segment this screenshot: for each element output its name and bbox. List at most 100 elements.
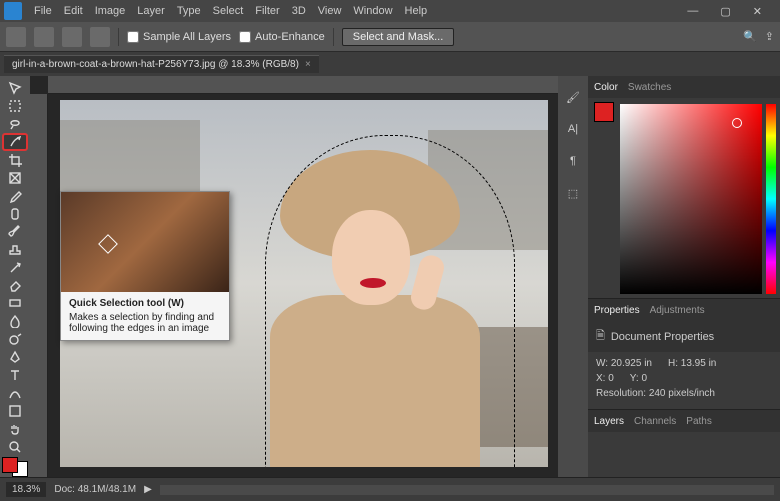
pen-tool[interactable]: [3, 349, 27, 365]
menu-edit[interactable]: Edit: [58, 5, 89, 17]
collapsed-panels: 🖌 A| ¶ ⬚: [558, 76, 588, 477]
document-tab-bar: girl-in-a-brown-coat-a-brown-hat-P256Y73…: [0, 52, 780, 76]
tab-layers[interactable]: Layers: [594, 416, 624, 427]
tool-preset-icon[interactable]: [6, 27, 26, 47]
3d-panel-icon[interactable]: ⬚: [564, 184, 582, 202]
height-label: H:: [668, 358, 678, 369]
brush-add-icon[interactable]: [34, 27, 54, 47]
x-value[interactable]: 0: [608, 373, 614, 384]
menu-3d[interactable]: 3D: [286, 5, 312, 17]
properties-title: Document Properties: [611, 331, 714, 343]
menu-window[interactable]: Window: [347, 5, 398, 17]
menu-layer[interactable]: Layer: [131, 5, 171, 17]
brush-size-icon[interactable]: [90, 27, 110, 47]
tab-channels[interactable]: Channels: [634, 416, 676, 427]
menu-image[interactable]: Image: [89, 5, 132, 17]
gradient-tool[interactable]: [3, 295, 27, 311]
color-field[interactable]: [620, 104, 762, 294]
path-tool[interactable]: [3, 385, 27, 401]
properties-header: 🗎 Document Properties: [588, 321, 780, 352]
zoom-level[interactable]: 18.3%: [6, 482, 46, 497]
width-label: W:: [596, 358, 608, 369]
document-tab[interactable]: girl-in-a-brown-coat-a-brown-hat-P256Y73…: [4, 55, 319, 73]
history-brush-tool[interactable]: [3, 260, 27, 276]
paragraph-panel-icon[interactable]: ¶: [564, 152, 582, 170]
sample-all-label: Sample All Layers: [143, 31, 231, 43]
tools-panel: [0, 76, 30, 477]
menu-file[interactable]: File: [28, 5, 58, 17]
options-bar: Sample All Layers Auto-Enhance Select an…: [0, 22, 780, 52]
auto-enhance-checkbox[interactable]: Auto-Enhance: [239, 31, 325, 43]
shape-tool[interactable]: [3, 403, 27, 419]
color-swatches[interactable]: [2, 457, 28, 477]
ruler-vertical[interactable]: [30, 94, 48, 477]
sample-all-layers-checkbox[interactable]: Sample All Layers: [127, 31, 231, 43]
maximize-button[interactable]: ▢: [714, 5, 736, 18]
separator: [118, 28, 119, 46]
tab-adjustments[interactable]: Adjustments: [650, 305, 705, 316]
type-tool[interactable]: [3, 367, 27, 383]
marquee-tool[interactable]: [3, 98, 27, 114]
separator: [333, 28, 334, 46]
y-value[interactable]: 0: [641, 373, 647, 384]
healing-tool[interactable]: [3, 206, 27, 222]
image-subject: [240, 110, 500, 467]
search-icon[interactable]: 🔍: [743, 30, 757, 43]
dodge-tool[interactable]: [3, 331, 27, 347]
brush-panel-icon[interactable]: 🖌: [564, 88, 582, 106]
zoom-tool[interactable]: [3, 439, 27, 455]
scrollbar[interactable]: [160, 485, 774, 495]
y-label: Y:: [630, 373, 639, 384]
tab-color[interactable]: Color: [594, 82, 618, 93]
width-value[interactable]: 20.925 in: [611, 358, 652, 369]
canvas-area: Quick Selection tool (W) Makes a selecti…: [30, 76, 558, 477]
menubar: File Edit Image Layer Type Select Filter…: [0, 0, 780, 22]
tooltip-title: Quick Selection tool (W): [69, 298, 221, 309]
menu-type[interactable]: Type: [171, 5, 207, 17]
close-window-button[interactable]: ✕: [747, 5, 768, 18]
close-tab-icon[interactable]: ×: [305, 59, 311, 70]
minimize-button[interactable]: —: [681, 5, 704, 18]
color-panel-tabs: Color Swatches: [588, 76, 780, 98]
document-stats[interactable]: Doc: 48.1M/48.1M: [54, 484, 136, 495]
resolution-value[interactable]: 240 pixels/inch: [649, 388, 715, 399]
blur-tool[interactable]: [3, 313, 27, 329]
crop-tool[interactable]: [3, 152, 27, 168]
hue-slider[interactable]: [766, 104, 776, 294]
menu-select[interactable]: Select: [207, 5, 250, 17]
foreground-color[interactable]: [594, 102, 614, 122]
properties-panel: Properties Adjustments 🗎 Document Proper…: [588, 298, 780, 409]
stamp-tool[interactable]: [3, 242, 27, 258]
tab-paths[interactable]: Paths: [686, 416, 712, 427]
layers-panel: Layers Channels Paths: [588, 409, 780, 477]
brush-tool[interactable]: [3, 224, 27, 240]
menu-help[interactable]: Help: [399, 5, 434, 17]
menu-filter[interactable]: Filter: [249, 5, 285, 17]
tooltip-description: Makes a selection by finding and followi…: [69, 312, 221, 334]
document-icon: 🗎: [596, 327, 605, 346]
x-label: X:: [596, 373, 605, 384]
auto-enhance-label: Auto-Enhance: [255, 31, 325, 43]
eyedropper-tool[interactable]: [3, 188, 27, 204]
tab-properties[interactable]: Properties: [594, 305, 640, 316]
height-value[interactable]: 13.95 in: [681, 358, 717, 369]
right-panels: Color Swatches Properties Adjustments 🗎 …: [588, 76, 780, 477]
hand-tool[interactable]: [3, 421, 27, 437]
stats-menu-arrow[interactable]: ▶: [144, 484, 152, 495]
move-tool[interactable]: [3, 80, 27, 96]
character-panel-icon[interactable]: A|: [564, 120, 582, 138]
ruler-horizontal[interactable]: [48, 76, 558, 94]
eraser-tool[interactable]: [3, 277, 27, 293]
tab-swatches[interactable]: Swatches: [628, 82, 671, 93]
share-icon[interactable]: ⇪: [765, 30, 774, 43]
color-cursor: [732, 118, 742, 128]
tooltip-preview: [61, 192, 229, 292]
resolution-label: Resolution:: [596, 388, 646, 399]
app-logo: [4, 2, 22, 20]
menu-view[interactable]: View: [312, 5, 348, 17]
lasso-tool[interactable]: [3, 116, 27, 132]
quick-selection-tool[interactable]: [3, 134, 27, 150]
brush-subtract-icon[interactable]: [62, 27, 82, 47]
frame-tool[interactable]: [3, 170, 27, 186]
select-and-mask-button[interactable]: Select and Mask...: [342, 28, 455, 46]
